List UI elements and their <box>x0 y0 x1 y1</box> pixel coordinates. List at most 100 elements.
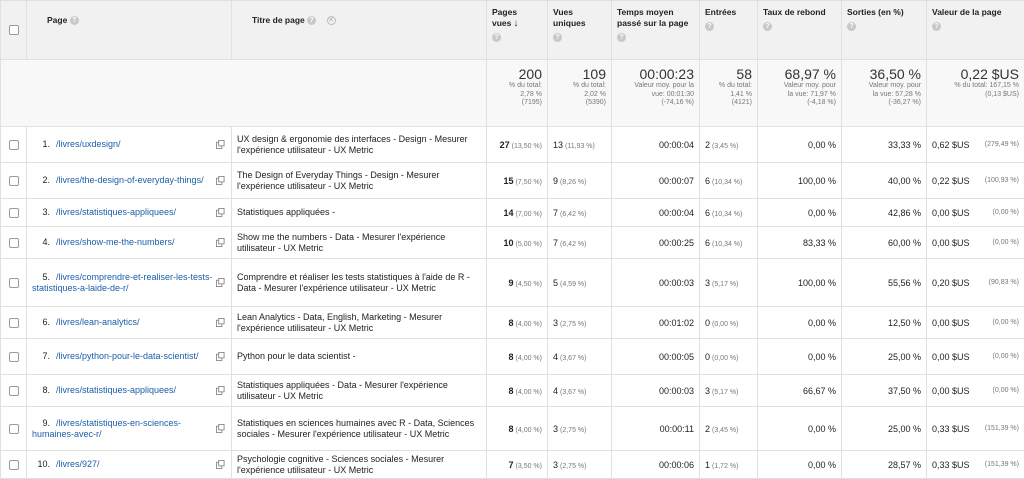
avgtime-cell: 00:01:02 <box>612 307 700 339</box>
row-select-cell[interactable] <box>1 227 27 259</box>
bounce-cell: 0,00 % <box>758 199 842 227</box>
col-value-label: Valeur de la page <box>932 7 1019 18</box>
help-icon[interactable]: ? <box>492 33 501 42</box>
help-icon[interactable]: ? <box>553 33 562 42</box>
unique-cell: 7(6,42 %) <box>548 227 612 259</box>
row-checkbox[interactable] <box>9 176 19 186</box>
col-exits[interactable]: Sorties (en %) ? <box>842 1 927 60</box>
help-icon[interactable]: ? <box>70 16 79 25</box>
unique-cell: 4(3,67 %) <box>548 375 612 407</box>
value-cell: 0,22 $US(100,93 %) <box>927 163 1024 199</box>
row-checkbox[interactable] <box>9 460 19 470</box>
row-select-cell[interactable] <box>1 307 27 339</box>
col-unique[interactable]: Vues uniques ? <box>548 1 612 60</box>
unique-cell: 3(2,75 %) <box>548 307 612 339</box>
row-select-cell[interactable] <box>1 259 27 307</box>
row-select-cell[interactable] <box>1 163 27 199</box>
table-row: 7. /livres/python-pour-le-data-scientist/… <box>1 339 1024 375</box>
row-checkbox[interactable] <box>9 352 19 362</box>
avgtime-cell: 00:00:11 <box>612 407 700 451</box>
row-select-cell[interactable] <box>1 199 27 227</box>
table-row: 9./livres/statistiques-en-sciences-humai… <box>1 407 1024 451</box>
page-link[interactable]: /livres/statistiques-en-sciences-humaine… <box>32 418 181 439</box>
row-checkbox[interactable] <box>9 238 19 248</box>
help-icon[interactable]: ? <box>307 16 316 25</box>
avgtime-cell: 00:00:05 <box>612 339 700 375</box>
row-select-cell[interactable] <box>1 375 27 407</box>
pageviews-cell: 8(4,00 %) <box>487 307 548 339</box>
col-exits-label: Sorties (en %) <box>847 7 921 18</box>
open-page-icon[interactable] <box>216 140 225 149</box>
col-bounce[interactable]: Taux de rebond ? <box>758 1 842 60</box>
col-title[interactable]: Titre de page ? ✕ <box>232 1 487 60</box>
bounce-cell: 0,00 % <box>758 451 842 479</box>
open-page-icon[interactable] <box>216 352 225 361</box>
page-link[interactable]: /livres/lean-analytics/ <box>56 317 140 327</box>
col-entries[interactable]: Entrées ? <box>700 1 758 60</box>
page-link[interactable]: /livres/python-pour-le-data-scientist/ <box>56 351 199 361</box>
open-page-icon[interactable] <box>216 278 225 287</box>
table-row: 8./livres/statistiques-appliquees/ Stati… <box>1 375 1024 407</box>
sort-down-icon[interactable]: ↓ <box>513 18 518 29</box>
row-select-cell[interactable] <box>1 127 27 163</box>
row-select-cell[interactable] <box>1 339 27 375</box>
value-cell: 0,33 $US(151,39 %) <box>927 451 1024 479</box>
open-page-icon[interactable] <box>216 424 225 433</box>
open-page-icon[interactable] <box>216 386 225 395</box>
avgtime-cell: 00:00:06 <box>612 451 700 479</box>
page-link[interactable]: /livres/927/ <box>56 459 100 469</box>
help-icon[interactable]: ? <box>932 22 941 31</box>
value-cell: 0,33 $US(151,39 %) <box>927 407 1024 451</box>
exits-cell: 28,57 % <box>842 451 927 479</box>
row-checkbox[interactable] <box>9 318 19 328</box>
open-page-icon[interactable] <box>216 208 225 217</box>
row-checkbox[interactable] <box>9 424 19 434</box>
open-page-icon[interactable] <box>216 460 225 469</box>
row-checkbox[interactable] <box>9 140 19 150</box>
bounce-cell: 100,00 % <box>758 259 842 307</box>
page-link[interactable]: /livres/the-design-of-everyday-things/ <box>56 175 204 185</box>
bounce-cell: 100,00 % <box>758 163 842 199</box>
row-index: 3. <box>32 207 50 218</box>
row-index: 7. <box>32 351 50 362</box>
help-icon[interactable]: ? <box>617 33 626 42</box>
col-page[interactable]: Page ? <box>27 1 232 60</box>
page-link[interactable]: /livres/show-me-the-numbers/ <box>56 237 175 247</box>
page-link[interactable]: /livres/statistiques-appliquees/ <box>56 385 176 395</box>
exits-cell: 37,50 % <box>842 375 927 407</box>
col-avgtime[interactable]: Temps moyen passé sur la page ? <box>612 1 700 60</box>
unique-cell: 9(8,26 %) <box>548 163 612 199</box>
col-pageviews[interactable]: Pages vues↓ ? <box>487 1 548 60</box>
row-checkbox[interactable] <box>9 208 19 218</box>
exits-cell: 42,86 % <box>842 199 927 227</box>
help-icon[interactable]: ? <box>705 22 714 31</box>
col-value[interactable]: Valeur de la page ? <box>927 1 1024 60</box>
row-select-cell[interactable] <box>1 451 27 479</box>
row-select-cell[interactable] <box>1 407 27 451</box>
row-checkbox[interactable] <box>9 386 19 396</box>
close-icon[interactable]: ✕ <box>327 16 336 25</box>
entries-cell: 3(5,17 %) <box>700 259 758 307</box>
page-cell: 2./livres/the-design-of-everyday-things/ <box>27 163 232 199</box>
open-page-icon[interactable] <box>216 176 225 185</box>
row-checkbox[interactable] <box>9 278 19 288</box>
help-icon[interactable]: ? <box>763 22 772 31</box>
avgtime-cell: 00:00:03 <box>612 259 700 307</box>
help-icon[interactable]: ? <box>847 22 856 31</box>
value-cell: 0,00 $US(0,00 %) <box>927 307 1024 339</box>
bounce-cell: 0,00 % <box>758 407 842 451</box>
select-all-checkbox[interactable] <box>9 25 19 35</box>
entries-cell: 6(10,34 %) <box>700 163 758 199</box>
title-cell: Statistiques appliquées - <box>232 199 487 227</box>
open-page-icon[interactable] <box>216 318 225 327</box>
page-link[interactable]: /livres/comprendre-et-realiser-les-tests… <box>32 272 213 293</box>
entries-cell: 2(3,45 %) <box>700 407 758 451</box>
unique-cell: 3(2,75 %) <box>548 451 612 479</box>
page-cell: 5./livres/comprendre-et-realiser-les-tes… <box>27 259 232 307</box>
open-page-icon[interactable] <box>216 238 225 247</box>
bounce-cell: 83,33 % <box>758 227 842 259</box>
page-link[interactable]: /livres/statistiques-appliquees/ <box>56 207 176 217</box>
page-link[interactable]: /livres/uxdesign/ <box>56 139 121 149</box>
select-all-cell[interactable] <box>1 1 27 60</box>
pageviews-cell: 7(3,50 %) <box>487 451 548 479</box>
